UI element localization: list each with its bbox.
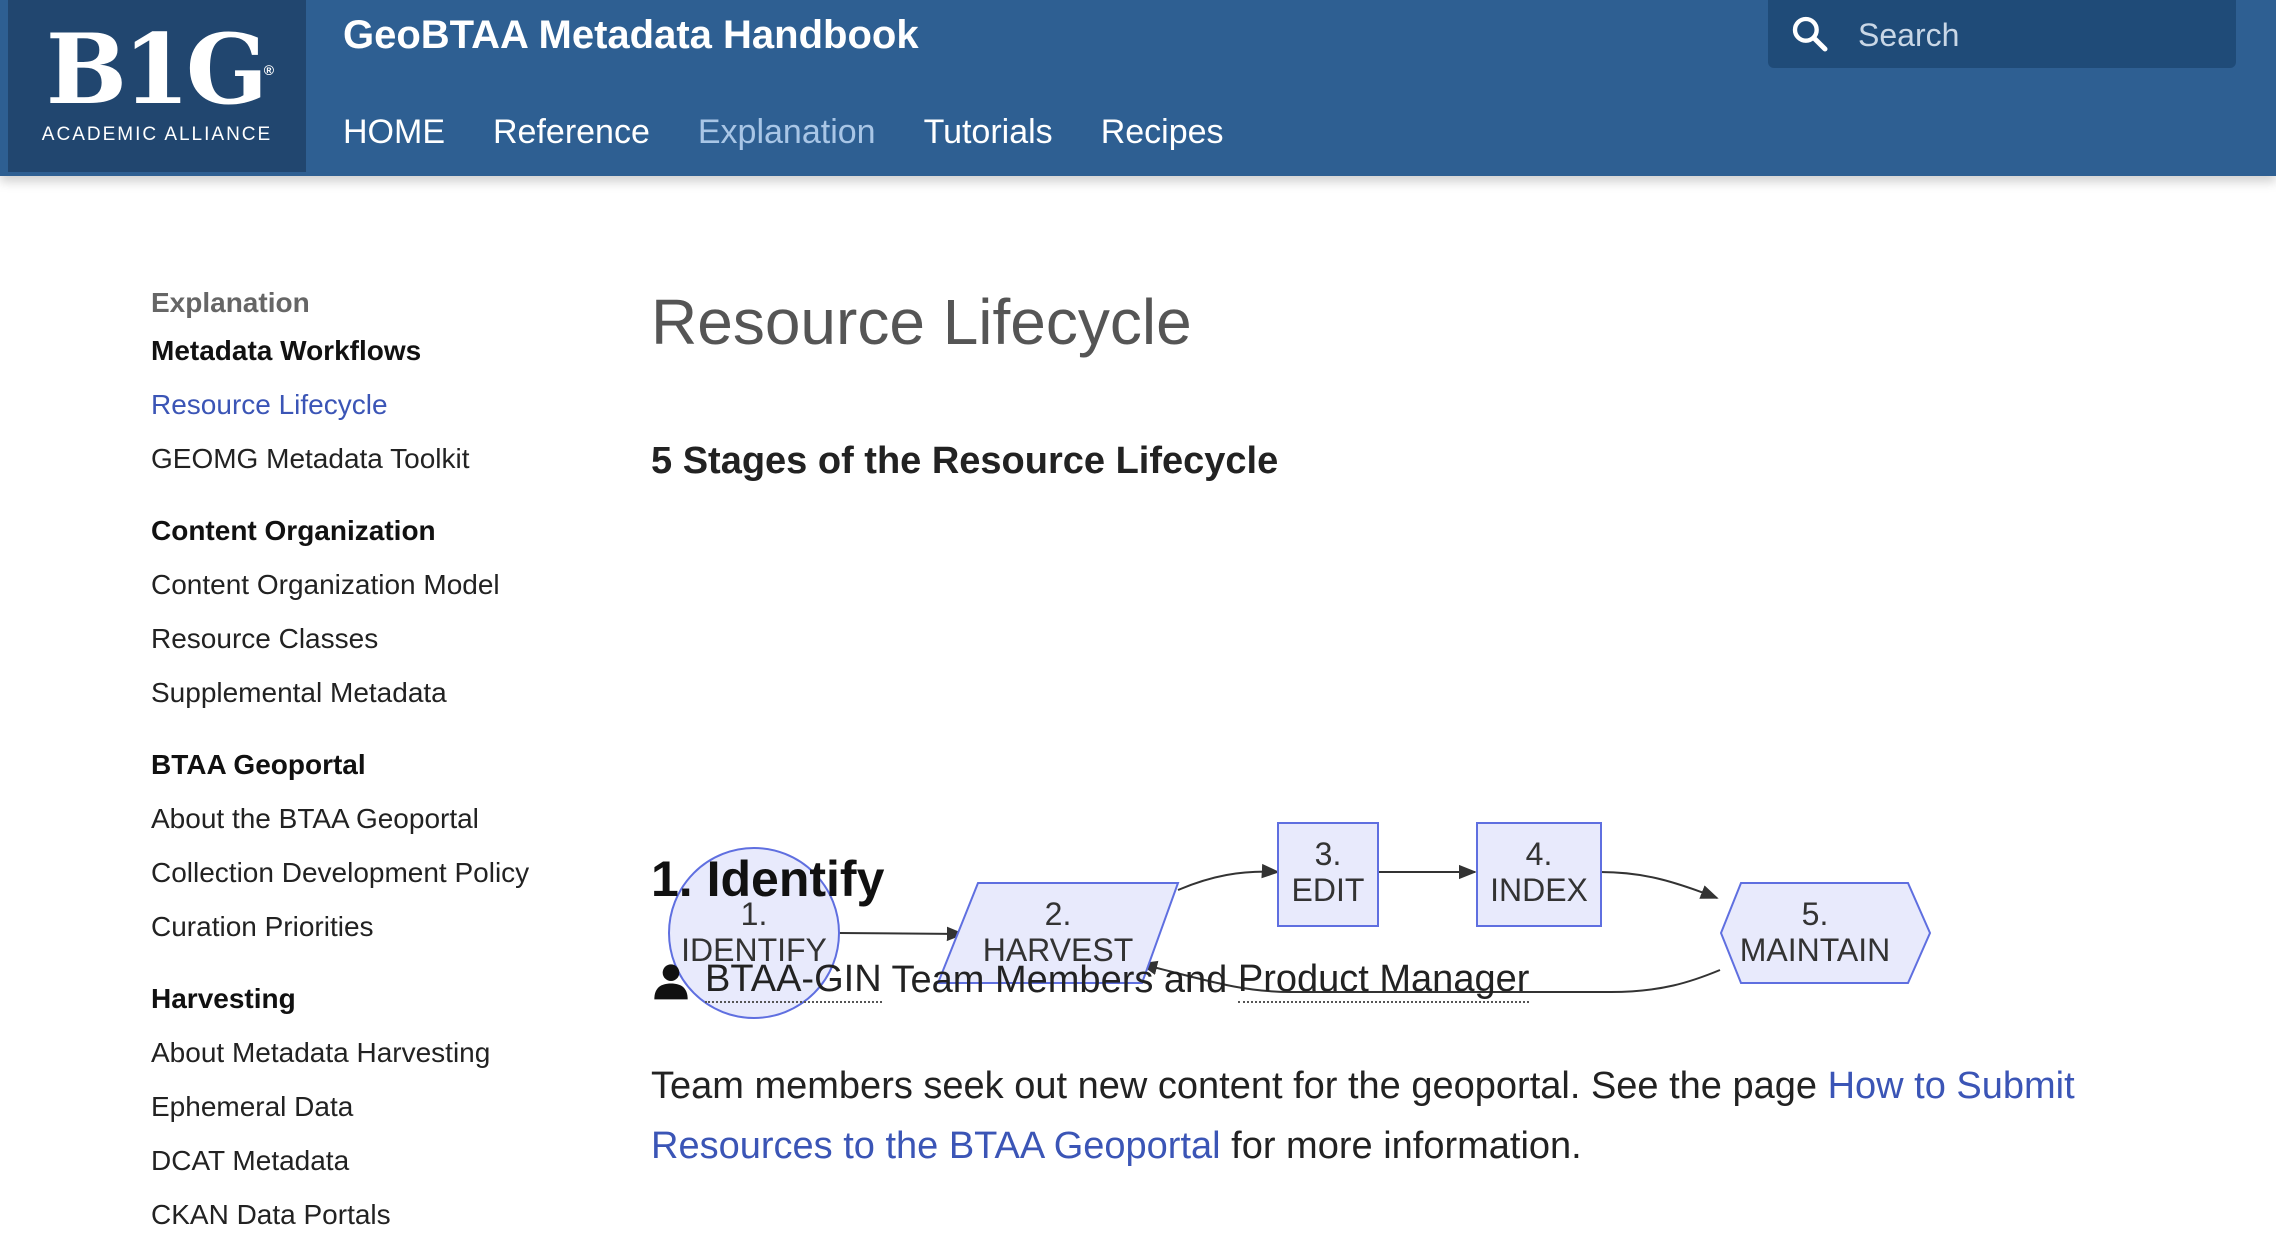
- paragraph-text-after: for more information.: [1220, 1125, 1582, 1167]
- node-maintain: 5. MAINTAIN: [1719, 882, 1932, 984]
- node-index-label: INDEX: [1490, 872, 1588, 908]
- role-product-manager[interactable]: Product Manager: [1237, 958, 1530, 1003]
- node-harvest-num: 2.: [1045, 896, 1072, 932]
- nav-explanation[interactable]: Explanation: [698, 108, 876, 156]
- sidebar-item-content-organization-model[interactable]: Content Organization Model: [151, 558, 571, 612]
- sidebar-item-about-geoportal[interactable]: About the BTAA Geoportal: [151, 792, 571, 846]
- edge-identify-harvest: [838, 926, 965, 942]
- sidebar-item-geomg-toolkit[interactable]: GEOMG Metadata Toolkit: [151, 432, 571, 486]
- nav-reference[interactable]: Reference: [493, 108, 650, 156]
- node-maintain-label: MAINTAIN: [1740, 932, 1891, 968]
- sidebar-item-resource-classes[interactable]: Resource Classes: [151, 612, 571, 666]
- logo-subtitle: ACADEMIC ALLIANCE: [41, 124, 273, 145]
- search-input[interactable]: [1856, 10, 2220, 60]
- edge-harvest-edit: [1177, 863, 1280, 891]
- node-maintain-num: 5.: [1802, 896, 1829, 932]
- logo-mark: B1G®: [45, 13, 275, 126]
- sidebar-heading-btaa-geoportal[interactable]: BTAA Geoportal: [151, 738, 571, 792]
- big-ten-logo[interactable]: B1G® ACADEMIC ALLIANCE: [8, 0, 306, 172]
- search-icon[interactable]: [1790, 14, 1830, 54]
- sidebar-heading-harvesting[interactable]: Harvesting: [151, 972, 571, 1026]
- nav-home[interactable]: HOME: [343, 108, 445, 156]
- node-index-num: 4.: [1526, 836, 1553, 872]
- node-edit-num: 3.: [1315, 836, 1342, 872]
- roles-connector: Team Members and: [881, 959, 1238, 1001]
- sidebar-item-collection-policy[interactable]: Collection Development Policy: [151, 846, 571, 900]
- node-edit: 3. EDIT: [1277, 822, 1379, 927]
- search-box: [1768, 0, 2236, 68]
- sidebar-item-ephemeral-data[interactable]: Ephemeral Data: [151, 1080, 571, 1134]
- sidebar-heading-content-organization[interactable]: Content Organization: [151, 504, 571, 558]
- nav-tutorials[interactable]: Tutorials: [924, 108, 1053, 156]
- sidebar-item-dcat-metadata[interactable]: DCAT Metadata: [151, 1134, 571, 1188]
- site-header: B1G® ACADEMIC ALLIANCE GeoBTAA Metadata …: [0, 0, 2276, 176]
- sidebar-section-title[interactable]: Explanation: [151, 270, 571, 324]
- sidebar-heading-metadata-workflows[interactable]: Metadata Workflows: [151, 324, 571, 378]
- site-title[interactable]: GeoBTAA Metadata Handbook: [343, 10, 919, 60]
- page-title: Resource Lifecycle: [651, 286, 1192, 358]
- node-index: 4. INDEX: [1476, 822, 1602, 927]
- node-edit-label: EDIT: [1292, 872, 1365, 908]
- sidebar-nav: Explanation Metadata Workflows Resource …: [151, 270, 571, 1242]
- main-nav: HOME Reference Explanation Tutorials Rec…: [343, 108, 1272, 156]
- sidebar-item-about-harvesting[interactable]: About Metadata Harvesting: [151, 1026, 571, 1080]
- role-btaa-gin[interactable]: BTAA-GIN: [705, 958, 882, 1003]
- sidebar-item-ckan-portals[interactable]: CKAN Data Portals: [151, 1188, 571, 1242]
- diagram-heading: 5 Stages of the Resource Lifecycle: [651, 440, 1279, 482]
- sidebar-item-supplemental-metadata[interactable]: Supplemental Metadata: [151, 666, 571, 720]
- lifecycle-diagram: 1. IDENTIFY 2. HARVEST 3. EDIT 4. INDEX …: [668, 822, 1932, 1019]
- identify-paragraph: Team members seek out new content for th…: [651, 1056, 2171, 1176]
- sidebar-item-resource-lifecycle[interactable]: Resource Lifecycle: [151, 378, 571, 432]
- nav-recipes[interactable]: Recipes: [1101, 108, 1224, 156]
- sidebar-item-curation-priorities[interactable]: Curation Priorities: [151, 900, 571, 954]
- person-icon: [654, 963, 688, 999]
- roles-line: BTAA-GIN Team Members and Product Manage…: [651, 958, 1530, 1003]
- paragraph-text-before: Team members seek out new content for th…: [651, 1065, 1828, 1107]
- section-identify-heading: 1. Identify: [651, 851, 885, 907]
- edge-index-maintain: [1599, 871, 1719, 899]
